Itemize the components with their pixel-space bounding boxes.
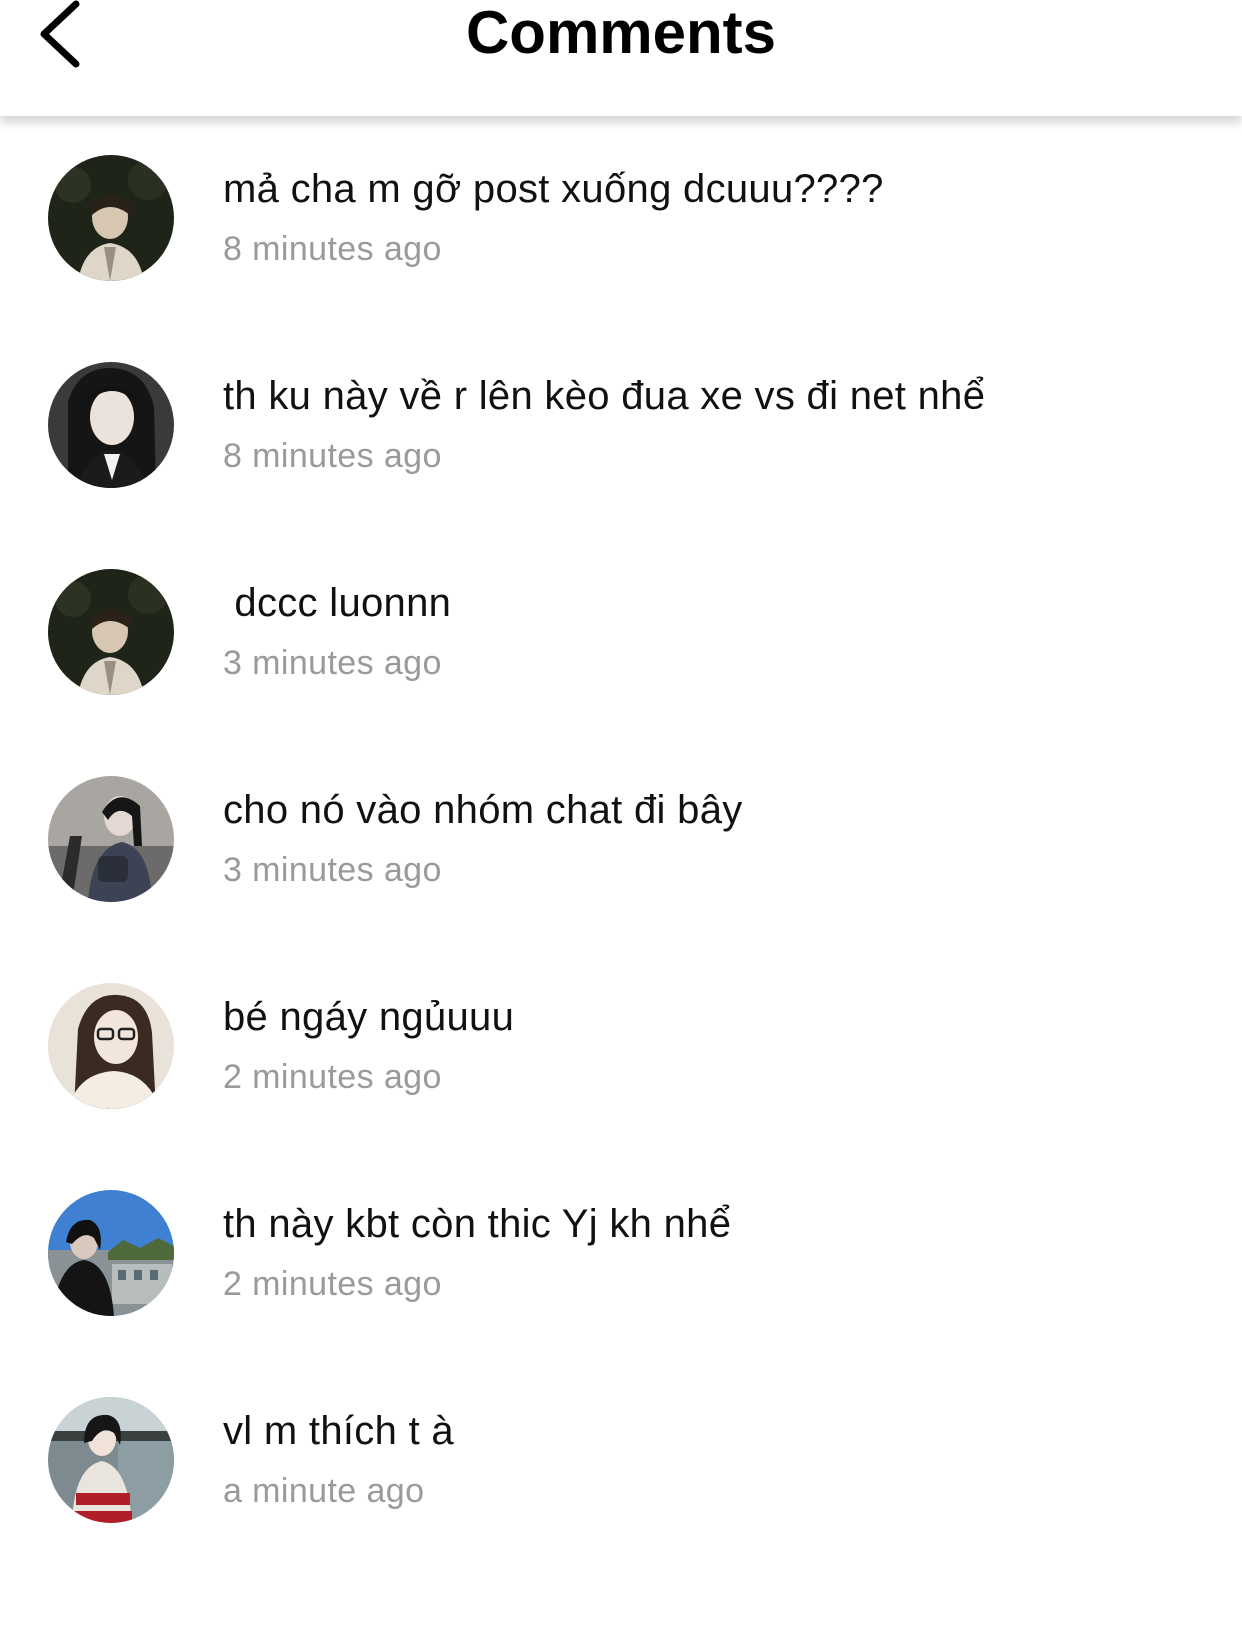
comment-timestamp: 8 minutes ago [223, 437, 442, 475]
top-bar: Comments [0, 0, 1242, 116]
avatar[interactable] [48, 983, 174, 1109]
comment-timestamp: 3 minutes ago [223, 851, 442, 889]
avatar[interactable] [48, 776, 174, 902]
comment-timestamp: a minute ago [223, 1472, 425, 1510]
comment-item[interactable]: cho nó vào nhóm chat đi bây 3 minutes ag… [0, 776, 1242, 936]
avatar[interactable] [48, 1397, 174, 1523]
avatar[interactable] [48, 1190, 174, 1316]
comment-text: dccc luonnn [223, 581, 452, 625]
avatar[interactable] [48, 569, 174, 695]
comment-text: mả cha m gỡ post xuống dcuuu???? [223, 167, 884, 211]
comment-timestamp: 8 minutes ago [223, 230, 442, 268]
comment-item[interactable]: mả cha m gỡ post xuống dcuuu???? 8 minut… [0, 155, 1242, 315]
avatar[interactable] [48, 155, 174, 281]
page-title: Comments [465, 0, 777, 66]
comment-timestamp: 2 minutes ago [223, 1058, 442, 1096]
comment-item[interactable]: th này kbt còn thic Yj kh nhể 2 minutes … [0, 1190, 1242, 1350]
comment-text: th ku này về r lên kèo đua xe vs đi net … [223, 374, 986, 418]
comment-item[interactable]: bé ngáy ngủuuu 2 minutes ago [0, 983, 1242, 1143]
comment-text: bé ngáy ngủuuu [223, 995, 515, 1039]
comment-timestamp: 2 minutes ago [223, 1265, 442, 1303]
comment-text: cho nó vào nhóm chat đi bây [223, 788, 743, 832]
comment-item[interactable]: dccc luonnn 3 minutes ago [0, 569, 1242, 729]
comment-timestamp: 3 minutes ago [223, 644, 442, 682]
comment-item[interactable]: vl m thích t à a minute ago [0, 1397, 1242, 1557]
avatar[interactable] [48, 362, 174, 488]
comment-text: th này kbt còn thic Yj kh nhể [223, 1202, 732, 1246]
comment-text: vl m thích t à [223, 1409, 454, 1453]
comment-item[interactable]: th ku này về r lên kèo đua xe vs đi net … [0, 362, 1242, 522]
